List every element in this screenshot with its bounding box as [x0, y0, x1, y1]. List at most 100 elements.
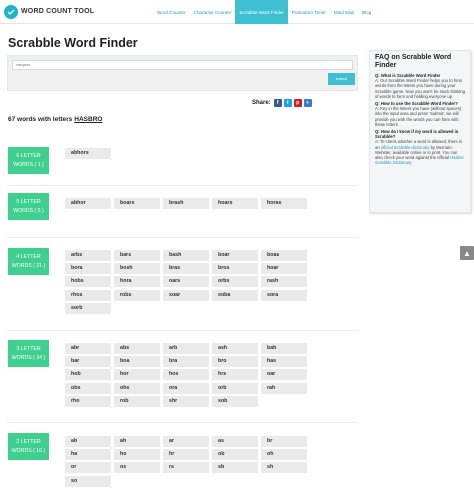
word-chip[interactable]: ob: [212, 449, 258, 461]
logo-icon: [4, 4, 18, 19]
word-chip[interactable]: rho: [65, 395, 111, 407]
word-chip[interactable]: os: [114, 462, 160, 474]
word-chip[interactable]: hrs: [212, 369, 258, 381]
word-chip[interactable]: ash: [212, 343, 258, 354]
word-chip[interactable]: sora: [261, 289, 307, 301]
word-chip[interactable]: br: [261, 436, 307, 447]
word-chip[interactable]: sorb: [65, 302, 111, 314]
word-chip[interactable]: rhos: [65, 289, 111, 301]
group-badge-line: 5 LETTER: [16, 198, 41, 205]
word-chip[interactable]: ab: [65, 436, 111, 447]
word-chip[interactable]: ohs: [114, 382, 160, 394]
word-chip[interactable]: bra: [163, 356, 209, 368]
group-badge-line: WORDS ( 21 ): [11, 262, 46, 269]
word-chip[interactable]: oar: [261, 369, 307, 381]
word-chip[interactable]: horas: [261, 198, 307, 209]
word-chip[interactable]: arbs: [65, 250, 111, 261]
search-panel: rasqwet submit: [7, 55, 358, 91]
scroll-to-top-button[interactable]: ▲: [460, 246, 474, 260]
faq-answer-text: .: [411, 160, 413, 166]
word-chip[interactable]: hor: [114, 369, 160, 381]
nav-pomodoro-timer[interactable]: Pomodoro Timer: [288, 0, 330, 24]
word-chip[interactable]: shr: [163, 395, 209, 407]
word-chip[interactable]: ha: [65, 449, 111, 461]
word-chip[interactable]: rah: [261, 382, 307, 394]
word-chip[interactable]: hr: [163, 449, 209, 461]
word-chip[interactable]: abs: [114, 343, 160, 354]
main-nav: Word Counter Character Counter Scrabble …: [153, 0, 375, 24]
word-chip[interactable]: rs: [163, 462, 209, 474]
nav-mind-map[interactable]: Mind Map: [330, 0, 358, 24]
group-badge-line: 2 LETTER: [16, 438, 41, 445]
word-chip[interactable]: hob: [65, 369, 111, 381]
word-chip[interactable]: hoar: [261, 263, 307, 275]
word-chip[interactable]: abr: [65, 343, 111, 354]
group-badge: 3 LETTER WORDS ( 34 ): [8, 340, 49, 367]
word-chip[interactable]: boars: [114, 198, 160, 209]
word-chip[interactable]: sh: [261, 462, 307, 474]
word-chip[interactable]: ah: [114, 436, 160, 447]
word-chip[interactable]: abhor: [65, 198, 111, 209]
word-chip[interactable]: oars: [163, 276, 209, 288]
page-title: Scrabble Word Finder: [8, 36, 138, 50]
nav-scrabble-word-finder[interactable]: Scrabble Word Finder: [235, 0, 288, 24]
result-count-text: 67 words with letters: [8, 116, 73, 123]
word-chip[interactable]: so: [65, 475, 111, 487]
word-chip[interactable]: bras: [163, 263, 209, 275]
word-chip[interactable]: robs: [114, 289, 160, 301]
word-chip[interactable]: rash: [261, 276, 307, 288]
facebook-icon[interactable]: f: [273, 99, 282, 107]
word-chip[interactable]: bosh: [114, 263, 160, 275]
word-chip[interactable]: bar: [65, 356, 111, 368]
word-chip[interactable]: bros: [212, 263, 258, 275]
word-chip[interactable]: hoars: [212, 198, 258, 209]
group-divider: [7, 185, 358, 186]
result-letters: HASBRO: [74, 116, 103, 123]
share-more-icon[interactable]: +: [303, 99, 312, 107]
word-chip[interactable]: bash: [163, 250, 209, 261]
word-chip[interactable]: bro: [212, 356, 258, 368]
word-chip[interactable]: hora: [114, 276, 160, 288]
word-chip[interactable]: boar: [212, 250, 258, 261]
word-chip[interactable]: soar: [163, 289, 209, 301]
word-chip[interactable]: ar: [163, 436, 209, 447]
word-chip[interactable]: sb: [212, 462, 258, 474]
word-chip[interactable]: rob: [114, 395, 160, 407]
group-divider: [7, 330, 358, 331]
word-chip[interactable]: boa: [114, 356, 160, 368]
word-chip[interactable]: hobs: [65, 276, 111, 288]
word-chip[interactable]: obs: [65, 382, 111, 394]
faq-panel: FAQ on Scrabble Word Finder Q: What is S…: [369, 50, 471, 213]
word-chip[interactable]: or: [65, 462, 111, 474]
word-chip[interactable]: orbs: [212, 276, 258, 288]
word-chip[interactable]: orb: [212, 382, 258, 394]
nav-blog[interactable]: Blog: [358, 0, 375, 24]
twitter-icon[interactable]: t: [283, 99, 292, 107]
group-badge: 6 LETTER WORDS ( 1 ): [8, 147, 49, 174]
word-chip[interactable]: abhors: [65, 148, 111, 159]
site-logo[interactable]: WORD COUNT TOOL: [4, 4, 94, 19]
word-chip[interactable]: brash: [163, 198, 209, 209]
nav-word-counter[interactable]: Word Counter: [153, 0, 190, 24]
word-chip[interactable]: oh: [261, 449, 307, 461]
letters-input[interactable]: rasqwet: [12, 60, 353, 70]
word-chip[interactable]: hos: [163, 369, 209, 381]
group-badge: 5 LETTER WORDS ( 5 ): [8, 193, 49, 220]
word-chip[interactable]: bars: [114, 250, 160, 261]
word-chip[interactable]: bora: [65, 263, 111, 275]
group-badge: 4 LETTER WORDS ( 21 ): [8, 248, 49, 275]
word-chip[interactable]: soba: [212, 289, 258, 301]
word-chip[interactable]: ora: [163, 382, 209, 394]
word-chip[interactable]: bah: [261, 343, 307, 354]
word-chip[interactable]: has: [261, 356, 307, 368]
word-chip[interactable]: arb: [163, 343, 209, 354]
faq-answer: A: To check whether a word is allowed, t…: [375, 139, 466, 165]
group-badge-line: 6 LETTER: [16, 152, 41, 159]
pinterest-icon[interactable]: p: [293, 99, 302, 107]
word-chip[interactable]: boas: [261, 250, 307, 261]
submit-button[interactable]: submit: [328, 73, 355, 85]
word-chip[interactable]: sob: [212, 395, 258, 407]
nav-character-counter[interactable]: Character Counter: [190, 0, 236, 24]
word-chip[interactable]: as: [212, 436, 258, 447]
word-chip[interactable]: ho: [114, 449, 160, 461]
